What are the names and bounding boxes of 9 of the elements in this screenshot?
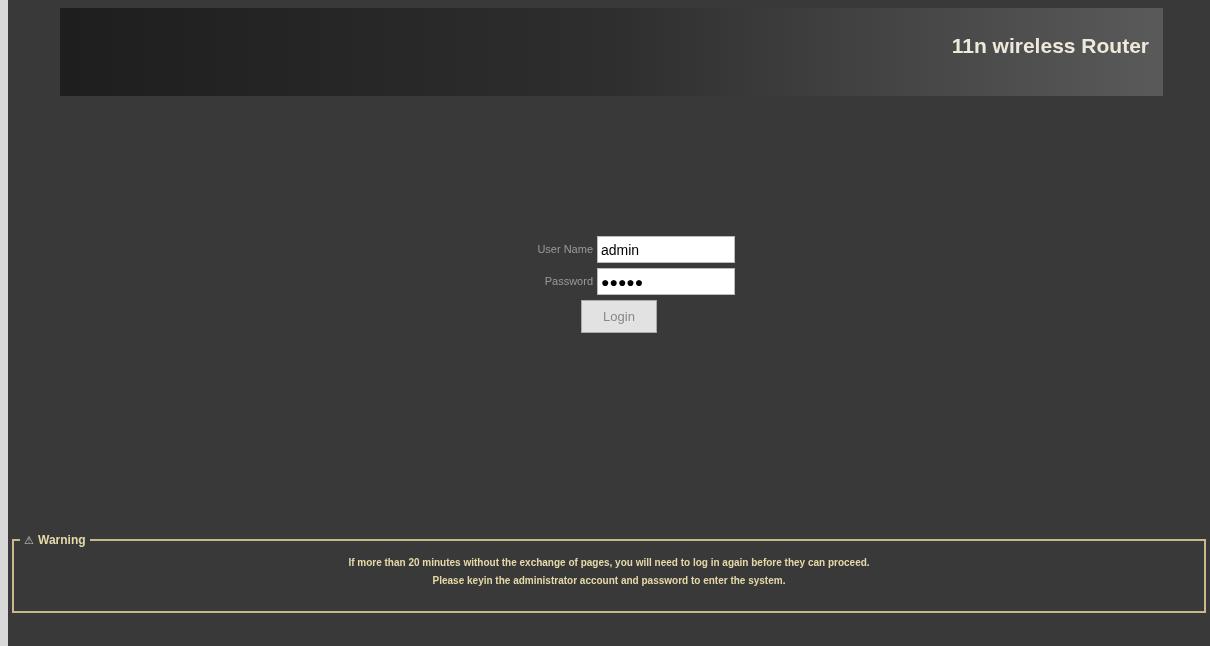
- input-field[interactable]: admin: [597, 236, 735, 263]
- warning-title: Warning: [38, 532, 86, 549]
- input-field[interactable]: ●●●●●: [597, 268, 735, 295]
- header-title: 11n wireless Router: [951, 33, 1149, 59]
- field-label: User Name: [536, 242, 593, 258]
- warning-text: If more than 20 minutes without the exchange of pages, you will need to log in again before they can proceed.: [348, 556, 870, 570]
- warning-text: Please keyin the administrator account and password to enter the system.: [432, 574, 786, 588]
- warning-icon: ⚠: [24, 531, 34, 549]
- field-label: Password: [543, 274, 593, 290]
